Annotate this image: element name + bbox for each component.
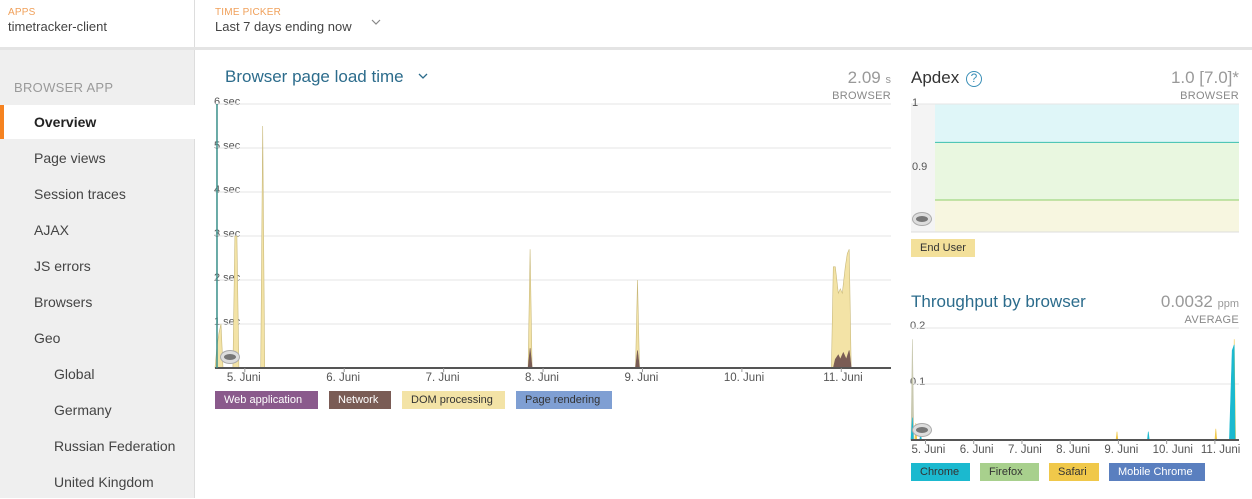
legend-chrome[interactable]: Chrome — [911, 463, 970, 481]
sidebar-item-session-traces[interactable]: Session traces — [0, 177, 195, 211]
series-chrome — [910, 344, 1236, 441]
x-tick-label: 11. Juni — [1200, 444, 1241, 456]
load-time-title-text[interactable]: Browser page load time — [225, 67, 404, 86]
x-tick-label: 8. Juni — [525, 372, 559, 384]
time-picker[interactable]: TIME PICKER Last 7 days ending now — [215, 7, 395, 43]
load-time-unit: s — [885, 74, 892, 86]
x-tick-label: 9. Juni — [624, 372, 659, 384]
sidebar-item-page-views[interactable]: Page views — [0, 141, 195, 175]
chevron-down-icon[interactable] — [418, 71, 428, 81]
apdex-value: 1.0 [7.0]* — [1170, 68, 1239, 87]
chevron-down-icon[interactable] — [371, 17, 381, 27]
question-circle-icon[interactable]: ? — [965, 71, 982, 87]
sidebar-item-browsers[interactable]: Browsers — [0, 285, 195, 319]
legend-web-application[interactable]: Web application — [215, 391, 318, 409]
eye-icon[interactable] — [221, 351, 239, 363]
x-tick-label: 7. Juni — [425, 372, 460, 384]
x-tick-label: 10. Juni — [723, 372, 765, 384]
throughput-title[interactable]: Throughput by browser — [911, 292, 1086, 312]
legend-page-rendering[interactable]: Page rendering — [516, 391, 612, 409]
sidebar-item-geo[interactable]: Geo — [0, 321, 195, 355]
eye-icon[interactable] — [913, 213, 931, 225]
apdex-title: Apdex ? — [911, 68, 982, 88]
load-time-title[interactable]: Browser page load time — [225, 67, 428, 87]
x-tick-label: 5. Juni — [226, 372, 261, 384]
y-tick-label: 0.2 — [910, 320, 926, 332]
apdex-band — [935, 200, 1239, 232]
time-picker-label: TIME PICKER — [215, 7, 282, 18]
sidebar-item-global[interactable]: Global — [0, 357, 195, 391]
apps-label: APPS — [8, 7, 36, 18]
series-safari — [914, 339, 1236, 441]
x-tick-label: 7. Juni — [1007, 444, 1042, 456]
load-time-number: 2.09 — [847, 68, 881, 87]
throughput-number: 0.0032 — [1160, 292, 1213, 311]
sidebar-item-russian-federation[interactable]: Russian Federation — [0, 429, 195, 463]
apdex-band — [935, 142, 1239, 200]
legend-mobile-chrome[interactable]: Mobile Chrome — [1109, 463, 1205, 481]
sidebar-item-js-errors[interactable]: JS errors — [0, 249, 195, 283]
legend-firefox[interactable]: Firefox — [980, 463, 1039, 481]
app-name[interactable]: timetracker-client — [8, 19, 186, 34]
time-picker-value[interactable]: Last 7 days ending now — [215, 19, 395, 34]
sidebar-item-overview[interactable]: Overview — [0, 105, 195, 139]
sidebar-item-united-kingdom[interactable]: United Kingdom — [0, 465, 195, 499]
legend-safari[interactable]: Safari — [1049, 463, 1099, 481]
sidebar-item-germany[interactable]: Germany — [0, 393, 195, 427]
apdex-caption: BROWSER — [1180, 90, 1239, 102]
legend-network[interactable]: Network — [329, 391, 391, 409]
legend-end-user[interactable]: End User — [911, 239, 975, 257]
y-tick-label: 5 sec — [214, 140, 241, 152]
x-tick-label: 10. Juni — [1152, 444, 1193, 456]
load-time-caption: BROWSER — [832, 90, 891, 102]
eye-icon[interactable] — [913, 424, 931, 436]
load-time-value: 2.09 s — [780, 68, 891, 88]
sidebar-heading: BROWSER APP — [14, 80, 114, 95]
throughput-caption: AVERAGE — [1184, 314, 1239, 326]
top-bar: APPS timetracker-client TIME PICKER Last… — [0, 0, 1252, 50]
apdex-title-text: Apdex — [911, 68, 960, 87]
throughput-unit: ppm — [1217, 298, 1239, 310]
series-network — [215, 348, 852, 369]
throughput-value: 0.0032 ppm — [1100, 292, 1239, 312]
y-tick-label: 4 sec — [214, 184, 241, 196]
sidebar-item-ajax[interactable]: AJAX — [0, 213, 195, 247]
y-tick-label: 6 sec — [214, 96, 241, 108]
x-tick-label: 6. Juni — [959, 444, 994, 456]
throughput-chart — [910, 327, 1239, 444]
x-tick-label: 11. Juni — [823, 372, 863, 384]
x-tick-label: 6. Juni — [326, 372, 361, 384]
apdex-band — [935, 104, 1239, 143]
series-dom-processing — [214, 125, 852, 369]
y-tick-label: 0.9 — [912, 161, 928, 173]
y-tick-label: 1 — [912, 97, 919, 109]
x-tick-label: 9. Juni — [1104, 444, 1139, 456]
legend-dom-processing[interactable]: DOM processing — [402, 391, 505, 409]
app-picker[interactable]: APPS timetracker-client — [0, 0, 195, 47]
sidebar: BROWSER APP Overview Page views Session tr… — [0, 50, 195, 498]
x-tick-label: 8. Juni — [1056, 444, 1091, 456]
x-tick-label: 5. Juni — [911, 444, 946, 456]
